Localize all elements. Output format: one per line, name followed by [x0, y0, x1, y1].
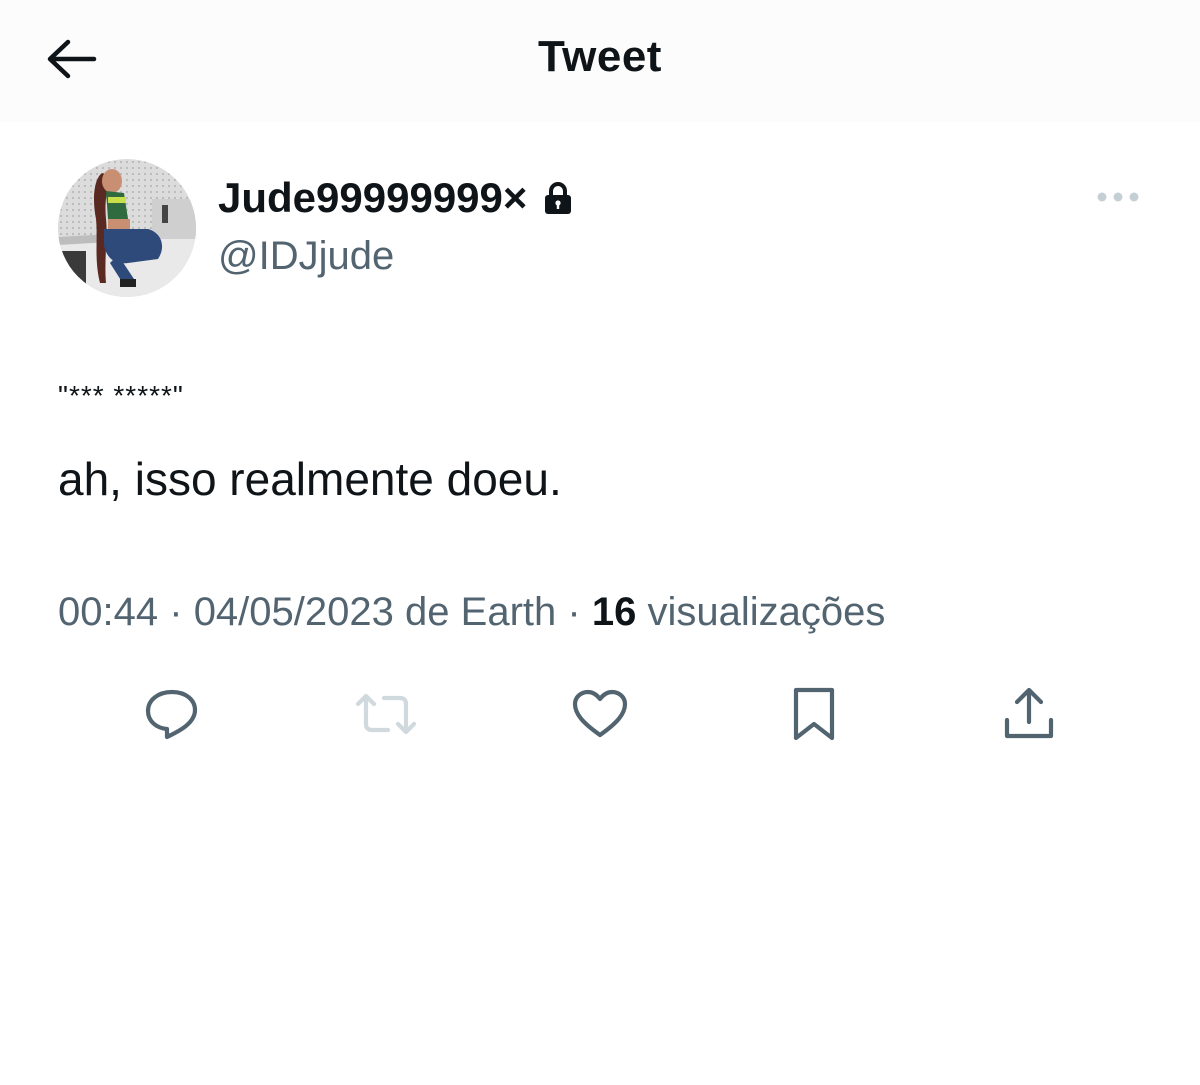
heart-icon [571, 689, 629, 744]
tweet-date[interactable]: 04/05/2023 [194, 590, 394, 634]
retweet-button[interactable] [350, 680, 422, 752]
tweet-time[interactable]: 00:44 [58, 590, 158, 634]
tweet-metadata: 00:44 · 04/05/2023 de Earth · 16 visuali… [58, 590, 885, 635]
tweet-text: ah, isso realmente doeu. [58, 453, 562, 505]
user-handle[interactable]: @IDJjude [218, 234, 394, 279]
tweet-source[interactable]: Earth [461, 590, 557, 634]
bookmark-icon [791, 685, 837, 748]
display-name-text: Jude99999999× [218, 174, 528, 221]
display-name[interactable]: Jude99999999× [218, 174, 573, 222]
reply-icon [143, 688, 201, 745]
more-options-button[interactable] [1090, 184, 1146, 214]
like-button[interactable] [564, 680, 636, 752]
views-count: 16 [591, 590, 637, 634]
meta-separator: · [169, 590, 183, 634]
avatar[interactable] [58, 159, 196, 297]
views-label: visualizações [647, 590, 886, 634]
reply-button[interactable] [136, 680, 208, 752]
top-bar: Tweet [0, 0, 1200, 122]
more-horizontal-icon [1096, 190, 1140, 208]
lock-icon [543, 181, 573, 215]
retweet-icon [354, 690, 418, 743]
tweet-quote-line: "*** *****" [58, 380, 184, 411]
meta-separator: · [567, 590, 581, 634]
bookmark-button[interactable] [778, 680, 850, 752]
page-title: Tweet [538, 32, 662, 81]
share-icon [1001, 686, 1057, 747]
source-prefix: de [405, 590, 450, 634]
share-button[interactable] [993, 680, 1065, 752]
tweet-actions [0, 680, 1200, 752]
